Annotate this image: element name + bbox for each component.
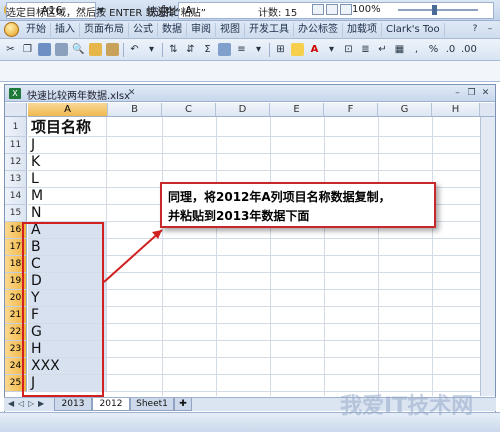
sheet-tab-2013[interactable]: 2013: [54, 398, 92, 411]
insert-sheet-icon[interactable]: ✚: [174, 398, 192, 411]
next-sheet-icon[interactable]: ▷: [28, 399, 34, 408]
status-count: 计数: 15: [258, 8, 298, 19]
zoom-slider[interactable]: [398, 9, 478, 11]
status-message: 选定目标区域，然后按 ENTER 或选择“粘贴”: [6, 8, 206, 19]
watermark: 我爱IT技术网: [340, 394, 474, 419]
annotation-callout: 同理，将2012年A列项目名称数据复制， 并粘贴到2013年数据下面: [160, 182, 436, 228]
last-sheet-icon[interactable]: ▶: [38, 399, 44, 408]
arrow-line: [103, 229, 163, 283]
annotation-line-1: 同理，将2012年A列项目名称数据复制，: [168, 190, 391, 204]
zoom-slider-thumb[interactable]: [432, 5, 437, 15]
sheet-tab-2012[interactable]: 2012: [92, 398, 130, 411]
prev-sheet-icon[interactable]: ◁: [18, 399, 24, 408]
page-break-view-icon[interactable]: [340, 4, 352, 15]
zoom-level[interactable]: 100%: [352, 4, 381, 15]
first-sheet-icon[interactable]: ◀: [8, 399, 14, 408]
sheet-tab-sheet1[interactable]: Sheet1: [130, 398, 174, 411]
normal-view-icon[interactable]: [312, 4, 324, 15]
page-layout-view-icon[interactable]: [326, 4, 338, 15]
annotation-line-2: 并粘贴到2013年数据下面: [168, 209, 310, 223]
